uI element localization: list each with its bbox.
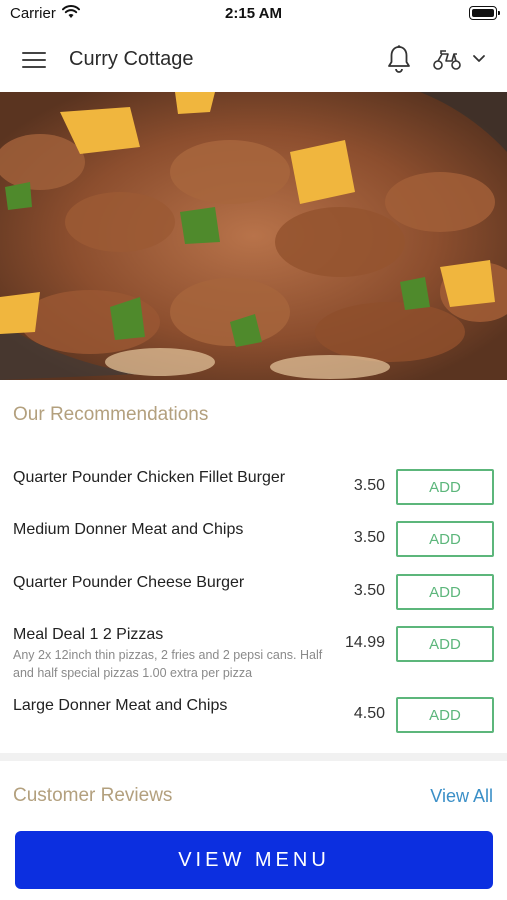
- battery-icon: [469, 6, 500, 20]
- item-name: Large Donner Meat and Chips: [13, 697, 228, 714]
- item-name: Quarter Pounder Chicken Fillet Burger: [13, 469, 286, 486]
- add-button[interactable]: ADD: [396, 626, 494, 662]
- item-description: Any 2x 12inch thin pizzas, 2 fries and 2…: [13, 648, 323, 680]
- item-name: Medium Donner Meat and Chips: [13, 521, 244, 538]
- bell-icon[interactable]: [386, 44, 412, 74]
- item-price: 4.50: [353, 705, 385, 722]
- add-button[interactable]: ADD: [396, 574, 494, 610]
- status-time: 2:15 AM: [225, 5, 282, 22]
- view-all-link[interactable]: View All: [430, 786, 493, 807]
- item-name: Meal Deal 1 2 Pizzas: [13, 626, 164, 643]
- item-price: 3.50: [353, 529, 385, 546]
- recommendations-title: Our Recommendations: [13, 404, 209, 425]
- hero-food-image: [0, 92, 507, 380]
- view-menu-button[interactable]: VIEW MENU: [15, 831, 493, 889]
- item-price: 14.99: [344, 634, 385, 651]
- add-button[interactable]: ADD: [396, 697, 494, 733]
- chevron-down-icon[interactable]: [472, 54, 486, 64]
- item-price: 3.50: [353, 582, 385, 599]
- item-name: Quarter Pounder Cheese Burger: [13, 574, 245, 591]
- status-bar: Carrier 2:15 AM: [0, 0, 507, 28]
- page-title: Curry Cottage: [69, 48, 194, 70]
- add-button[interactable]: ADD: [396, 521, 494, 557]
- reviews-title: Customer Reviews: [13, 785, 173, 806]
- app-header: Curry Cottage: [0, 28, 507, 92]
- hamburger-menu-icon[interactable]: [22, 48, 48, 70]
- item-price: 3.50: [353, 477, 385, 494]
- add-button[interactable]: ADD: [396, 469, 494, 505]
- section-divider: [0, 753, 507, 761]
- scooter-icon[interactable]: [432, 48, 462, 72]
